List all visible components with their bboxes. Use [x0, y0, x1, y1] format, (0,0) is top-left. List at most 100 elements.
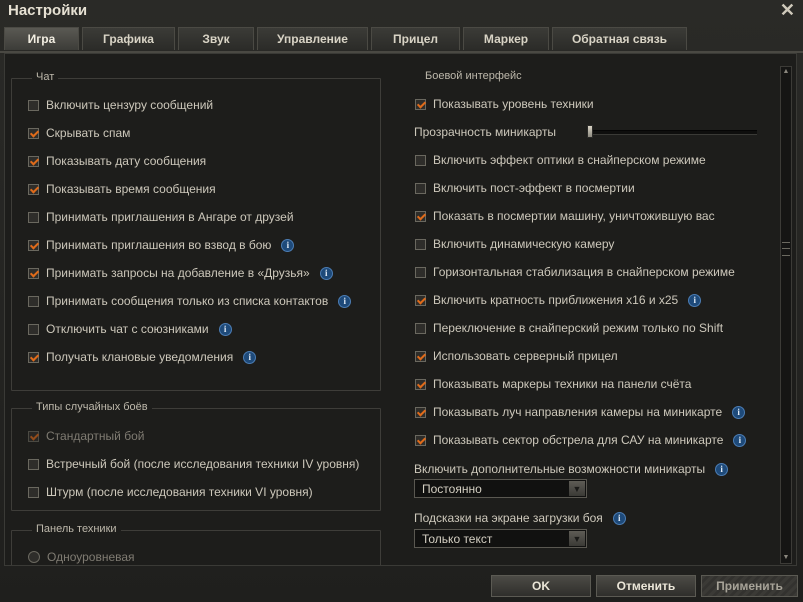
- chat-show-time-option[interactable]: Показывать время сообщения: [28, 179, 216, 199]
- server-reticle-option[interactable]: Использовать серверный прицел: [415, 346, 618, 366]
- checkbox[interactable]: [28, 239, 39, 251]
- tab-controls[interactable]: Управление: [257, 27, 368, 50]
- checkbox[interactable]: [415, 294, 426, 306]
- checkbox[interactable]: [415, 98, 426, 110]
- option-label: Стандартный бой: [46, 429, 145, 443]
- sniper-shift-option[interactable]: Переключение в снайперский режим только …: [415, 318, 723, 338]
- chevron-down-icon[interactable]: ▼: [569, 531, 585, 546]
- close-icon[interactable]: ✕: [780, 0, 795, 21]
- dropdown-value: Только текст: [422, 531, 493, 546]
- scroll-up-icon[interactable]: ▲: [781, 67, 791, 77]
- minimap-extra-dropdown[interactable]: Постоянно ▼: [414, 479, 587, 498]
- loading-hints-dropdown[interactable]: Только текст ▼: [414, 529, 587, 548]
- killer-vehicle-option[interactable]: Показать в посмертии машину, уничтожившу…: [415, 206, 715, 226]
- show-tier-option[interactable]: Показывать уровень техники: [415, 94, 594, 114]
- option-label: Показывать время сообщения: [46, 182, 216, 196]
- encounter-battle-option[interactable]: Встречный бой (после исследования техник…: [28, 454, 359, 474]
- info-icon[interactable]: i: [733, 433, 747, 447]
- checkbox[interactable]: [415, 406, 426, 418]
- checkbox[interactable]: [28, 183, 39, 195]
- option-label: Принимать приглашения во взвод в бою: [46, 238, 272, 252]
- checkbox[interactable]: [415, 154, 426, 166]
- checkbox[interactable]: [28, 351, 39, 363]
- tab-sound[interactable]: Звук: [178, 27, 254, 50]
- chevron-down-icon[interactable]: ▼: [569, 481, 585, 496]
- chat-friend-requests-option[interactable]: Принимать запросы на добавление в «Друзь…: [28, 263, 333, 283]
- checkbox[interactable]: [415, 350, 426, 362]
- option-label: Горизонтальная стабилизация в снайперско…: [433, 265, 735, 279]
- zoom-x16-x25-option[interactable]: Включить кратность приближения x16 и x25…: [415, 290, 702, 310]
- option-label: Получать клановые уведомления: [46, 350, 234, 364]
- checkbox[interactable]: [28, 486, 39, 498]
- info-icon[interactable]: i: [218, 322, 232, 336]
- optics-effect-option[interactable]: Включить эффект оптики в снайперском реж…: [415, 150, 706, 170]
- tab-marker[interactable]: Маркер: [463, 27, 549, 50]
- scrollbar[interactable]: ▲ ▼: [780, 66, 792, 564]
- info-icon[interactable]: i: [715, 462, 729, 476]
- checkbox[interactable]: [28, 155, 39, 167]
- minimap-opacity-handle[interactable]: [587, 125, 593, 138]
- spg-sector-option[interactable]: Показывать сектор обстрела для САУ на ми…: [415, 430, 747, 450]
- option-label: Показывать уровень техники: [433, 97, 594, 111]
- scroll-down-icon[interactable]: ▼: [781, 553, 791, 563]
- option-label: Переключение в снайперский режим только …: [433, 321, 724, 335]
- chat-hide-spam-option[interactable]: Скрывать спам: [28, 123, 130, 143]
- checkbox[interactable]: [28, 267, 39, 279]
- option-label: Показывать сектор обстрела для САУ на ми…: [433, 433, 724, 447]
- checkbox[interactable]: [415, 434, 426, 446]
- option-label: Включить цензуру сообщений: [46, 98, 214, 112]
- cancel-button[interactable]: Отменить: [596, 575, 696, 597]
- tab-game[interactable]: Игра: [4, 27, 79, 50]
- checkbox[interactable]: [415, 266, 426, 278]
- option-label: Включить динамическую камеру: [433, 237, 615, 251]
- scroll-thumb[interactable]: [782, 242, 790, 256]
- info-icon[interactable]: i: [319, 266, 333, 280]
- checkbox[interactable]: [415, 210, 426, 222]
- chat-clan-notifications-option[interactable]: Получать клановые уведомления i: [28, 347, 257, 367]
- info-icon[interactable]: i: [243, 350, 257, 364]
- apply-button[interactable]: Применить: [701, 575, 798, 597]
- score-panel-markers-option[interactable]: Показывать маркеры техники на панели счё…: [415, 374, 691, 394]
- ok-button[interactable]: OK: [491, 575, 591, 597]
- chat-contacts-only-option[interactable]: Принимать сообщения только из списка кон…: [28, 291, 352, 311]
- checkbox[interactable]: [28, 127, 39, 139]
- tab-crosshair[interactable]: Прицел: [371, 27, 460, 50]
- single-level-option[interactable]: Одноуровневая: [28, 547, 135, 565]
- radio-button[interactable]: [28, 551, 40, 563]
- assault-battle-option[interactable]: Штурм (после исследования техники VI уро…: [28, 482, 313, 502]
- chat-disable-allies-option[interactable]: Отключить чат с союзниками i: [28, 319, 232, 339]
- tab-graphics[interactable]: Графика: [82, 27, 175, 50]
- chat-show-date-option[interactable]: Показывать дату сообщения: [28, 151, 206, 171]
- info-icon[interactable]: i: [732, 405, 746, 419]
- tab-feedback[interactable]: Обратная связь: [552, 27, 687, 50]
- option-label: Показывать маркеры техники на панели счё…: [433, 377, 692, 391]
- checkbox[interactable]: [415, 238, 426, 250]
- option-label: Показывать дату сообщения: [46, 154, 207, 168]
- camera-ray-option[interactable]: Показывать луч направления камеры на мин…: [415, 402, 746, 422]
- checkbox[interactable]: [415, 182, 426, 194]
- checkbox[interactable]: [28, 211, 39, 223]
- info-icon[interactable]: i: [688, 293, 702, 307]
- checkbox[interactable]: [28, 295, 39, 307]
- post-effect-option[interactable]: Включить пост-эффект в посмертии: [415, 178, 635, 198]
- checkbox[interactable]: [415, 322, 426, 334]
- option-label: Использовать серверный прицел: [433, 349, 618, 363]
- checkbox[interactable]: [415, 378, 426, 390]
- info-icon[interactable]: i: [612, 511, 626, 525]
- checkbox[interactable]: [28, 458, 39, 470]
- option-label: Скрывать спам: [46, 126, 131, 140]
- checkbox[interactable]: [28, 99, 39, 111]
- horizontal-stabilization-option[interactable]: Горизонтальная стабилизация в снайперско…: [415, 262, 735, 282]
- dropdown-value: Постоянно: [422, 481, 482, 496]
- minimap-opacity-slider[interactable]: [587, 130, 757, 135]
- chat-platoon-invites-option[interactable]: Принимать приглашения во взвод в бою i: [28, 235, 295, 255]
- chat-group-title: Чат: [32, 71, 59, 83]
- checkbox[interactable]: [28, 323, 39, 335]
- loading-hints-label: Подсказки на экране загрузки боя: [414, 511, 603, 525]
- info-icon[interactable]: i: [281, 238, 295, 252]
- info-icon[interactable]: i: [338, 294, 352, 308]
- minimap-opacity-label: Прозрачность миникарты: [414, 125, 557, 139]
- chat-censor-option[interactable]: Включить цензуру сообщений: [28, 95, 213, 115]
- chat-hangar-invites-option[interactable]: Принимать приглашения в Ангаре от друзей: [28, 207, 294, 227]
- dynamic-camera-option[interactable]: Включить динамическую камеру: [415, 234, 614, 254]
